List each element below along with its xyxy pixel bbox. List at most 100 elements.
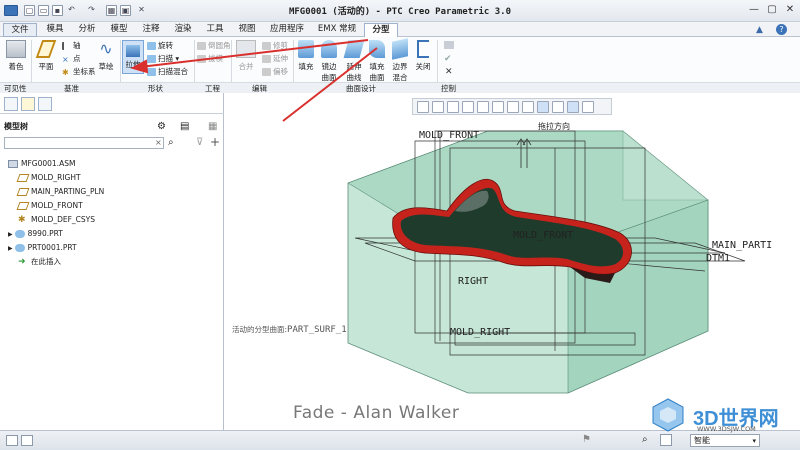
- model-tree-tab-icon[interactable]: [4, 97, 18, 111]
- tree-item-insert-here[interactable]: ➜ 在此插入: [18, 256, 61, 268]
- tree-filter-icon[interactable]: ▦: [208, 121, 217, 132]
- part-icon: [14, 230, 25, 238]
- flag-icon[interactable]: ⚑: [582, 434, 591, 445]
- csys-icon: ✱: [18, 215, 26, 225]
- cancel-icon[interactable]: ✕: [445, 67, 453, 77]
- annotation-display-icon[interactable]: [552, 101, 564, 113]
- tab-annotate[interactable]: 注释: [136, 23, 166, 37]
- draft-button[interactable]: 拔模: [197, 54, 223, 64]
- ribbon-group-bar: 可见性 基准 形状 工程 编辑 曲面设计 控制: [0, 82, 800, 93]
- title-bar: ▢ ▭ ▪ ↶ ↷ ▦ ▣ ✕ MFG0001 (活动的) - PTC Creo…: [0, 0, 800, 22]
- saved-views-icon[interactable]: [492, 101, 504, 113]
- trim-button[interactable]: 修剪: [262, 41, 288, 51]
- csys-button[interactable]: ✱ 坐标系: [62, 67, 96, 77]
- sweep-button[interactable]: 扫描 ▾: [147, 54, 179, 64]
- accept-icon[interactable]: ✔: [444, 54, 452, 64]
- pull-direction-label: 拖拉方向: [538, 122, 570, 131]
- regenerate-icon[interactable]: ▦: [106, 5, 117, 16]
- plane-icon: [35, 40, 57, 58]
- view-toolbar: [412, 98, 612, 115]
- selection-filter-select[interactable]: 智能 ▾: [690, 434, 760, 447]
- open-file-icon[interactable]: ▭: [38, 5, 49, 16]
- refit-icon[interactable]: [417, 101, 429, 113]
- graphics-window[interactable]: MOLD_FRONT 拖拉方向 MOLD_FRONT MAIN_PARTI DT…: [225, 93, 800, 430]
- tree-search-input[interactable]: [4, 137, 164, 149]
- fill-icon: [298, 40, 314, 58]
- fill-button[interactable]: 填充: [296, 40, 316, 72]
- shading-button[interactable]: 着色: [3, 40, 29, 72]
- point-button[interactable]: × 点: [62, 54, 81, 64]
- tab-render[interactable]: 渲染: [168, 23, 198, 37]
- find-status-icon[interactable]: ⌕: [642, 434, 648, 445]
- undo-icon[interactable]: ↶: [66, 5, 77, 16]
- axis-button[interactable]: 轴: [62, 41, 81, 51]
- zoom-out-icon[interactable]: [447, 101, 459, 113]
- close-button[interactable]: ✕: [782, 3, 798, 17]
- mirror-surface-button[interactable]: 镜边曲面: [318, 40, 340, 83]
- tab-applications[interactable]: 应用程序: [263, 23, 311, 37]
- pause-icon[interactable]: [444, 41, 454, 49]
- tab-file[interactable]: 文件: [3, 23, 37, 37]
- reorient-icon[interactable]: [477, 101, 489, 113]
- minimize-button[interactable]: —: [746, 3, 762, 17]
- add-column-icon[interactable]: +: [210, 135, 220, 149]
- redo-icon[interactable]: ↷: [86, 5, 97, 16]
- filter-icon[interactable]: ⊽: [196, 137, 203, 148]
- new-file-icon[interactable]: ▢: [24, 5, 35, 16]
- datum-display-icon[interactable]: [537, 101, 549, 113]
- spin-center-icon[interactable]: [567, 101, 579, 113]
- tab-analysis[interactable]: 分析: [72, 23, 102, 37]
- boundary-blend-button[interactable]: 边界混合: [389, 38, 411, 83]
- boundary-blend-icon: [392, 38, 408, 60]
- point-icon: ×: [62, 55, 69, 64]
- window-icon[interactable]: ▣: [120, 5, 131, 16]
- navigator-toggle-icon[interactable]: [6, 435, 18, 446]
- tab-mold[interactable]: 模具: [40, 23, 70, 37]
- sketch-button[interactable]: ∿ 草绘: [94, 40, 118, 72]
- save-icon[interactable]: ▪: [52, 5, 63, 16]
- help-icon[interactable]: ?: [776, 24, 787, 35]
- tree-item-mold-front[interactable]: MOLD_FRONT: [16, 200, 83, 212]
- find-icon[interactable]: ⌕: [168, 137, 174, 148]
- expand-icon[interactable]: ▶: [8, 245, 13, 252]
- close-window-icon[interactable]: ✕: [136, 5, 147, 16]
- round-button[interactable]: 倒圆角: [197, 41, 231, 51]
- repaint-icon[interactable]: [462, 101, 474, 113]
- maximize-button[interactable]: ▢: [764, 3, 780, 17]
- view-manager-icon[interactable]: [522, 101, 534, 113]
- swept-blend-button[interactable]: 扫描混合: [147, 67, 188, 77]
- tree-item-asm[interactable]: MFG0001.ASM: [8, 158, 75, 170]
- clear-search-icon[interactable]: ×: [155, 138, 162, 147]
- zoom-in-icon[interactable]: [432, 101, 444, 113]
- folder-browser-tab-icon[interactable]: [21, 97, 35, 111]
- tree-item-8990-prt[interactable]: ▶ 8990.PRT: [8, 228, 63, 240]
- revolve-button[interactable]: 旋转: [147, 41, 173, 51]
- tab-parting-surface[interactable]: 分型面: [364, 23, 398, 48]
- tree-item-mold-def-csys[interactable]: ✱ MOLD_DEF_CSYS: [18, 214, 95, 226]
- tree-item-main-parting-pln[interactable]: MAIN_PARTING_PLN: [16, 186, 104, 198]
- tree-item-mold-right[interactable]: MOLD_RIGHT: [16, 172, 81, 184]
- selection-icon[interactable]: [660, 434, 672, 446]
- expand-icon[interactable]: ▶: [8, 231, 13, 238]
- favorites-tab-icon[interactable]: [38, 97, 52, 111]
- tab-emx[interactable]: EMX 常规: [312, 23, 362, 37]
- tab-model[interactable]: 模型: [104, 23, 134, 37]
- plane-button[interactable]: 平面: [34, 40, 58, 72]
- close-surface-button[interactable]: 关闭: [413, 40, 433, 72]
- offset-button[interactable]: 偏移: [262, 67, 288, 77]
- extrude-button[interactable]: 拉伸: [122, 40, 144, 74]
- display-style-icon[interactable]: [507, 101, 519, 113]
- minimize-ribbon-icon[interactable]: ▲: [756, 25, 763, 35]
- merge-button[interactable]: 合并: [234, 40, 258, 72]
- extend-curve-button[interactable]: 延伸曲线: [343, 40, 365, 83]
- tree-show-icon[interactable]: ▤: [180, 121, 189, 132]
- tab-tools[interactable]: 工具: [200, 23, 230, 37]
- tab-view[interactable]: 视图: [232, 23, 262, 37]
- browser-toggle-icon[interactable]: [21, 435, 33, 446]
- tree-item-prt0001[interactable]: ▶ PRT0001.PRT: [8, 242, 77, 254]
- site-url: WWW.3DSJW.COM: [697, 425, 756, 433]
- tree-settings-icon[interactable]: ⚙: [157, 121, 166, 132]
- extend-button[interactable]: 延伸: [262, 54, 288, 64]
- more-view-options-icon[interactable]: [582, 101, 594, 113]
- fill-surface-button[interactable]: 填充曲面: [367, 40, 387, 83]
